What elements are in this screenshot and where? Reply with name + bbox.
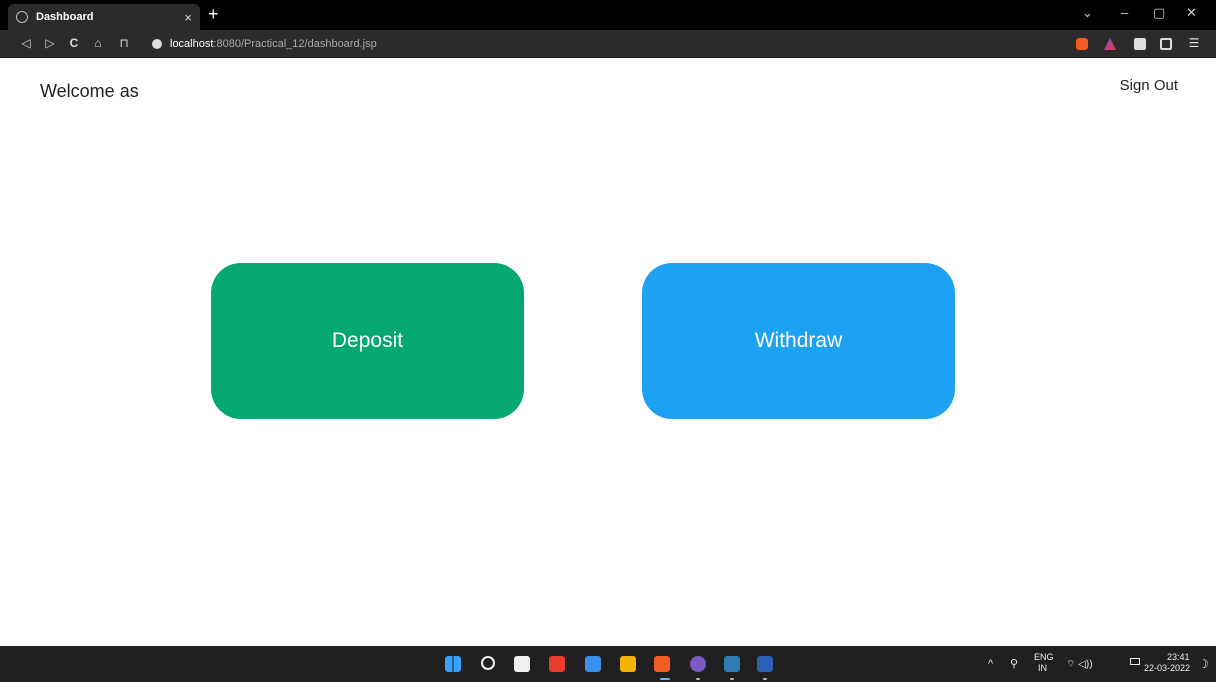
anydesk-icon[interactable] <box>549 656 565 672</box>
minimize-button[interactable]: – <box>1121 5 1128 20</box>
tab-title: Dashboard <box>36 11 94 23</box>
browser-toolbar: ◁ ▷ C ⌂ ⊓ localhost:8080/Practical_12/da… <box>0 30 1216 58</box>
welcome-text: Welcome as <box>40 81 139 101</box>
wallet-icon[interactable] <box>1160 38 1172 50</box>
bookmark-button[interactable]: ⊓ <box>116 36 132 50</box>
running-app-indicator <box>696 678 700 680</box>
restore-button[interactable]: ▢ <box>1153 5 1165 21</box>
microphone-icon[interactable]: ⚲ <box>1010 657 1018 670</box>
mysql-workbench-icon[interactable] <box>724 656 740 672</box>
url-host: localhost <box>170 38 214 50</box>
running-app-indicator <box>763 678 767 680</box>
brave-rewards-icon[interactable] <box>1104 38 1116 50</box>
browser-tab[interactable]: Dashboard × <box>8 4 200 30</box>
notepad-icon[interactable] <box>585 656 601 672</box>
language-bottom[interactable]: IN <box>1038 663 1047 673</box>
back-button[interactable]: ◁ <box>18 36 34 50</box>
address-bar[interactable]: localhost:8080/Practical_12/dashboard.js… <box>146 34 1066 54</box>
notifications-icon[interactable]: ☽ <box>1198 657 1209 671</box>
browser-tabbar: Dashboard × + ⌄ – ▢ ✕ <box>0 0 1216 30</box>
reload-button[interactable]: C <box>66 36 82 50</box>
store-icon[interactable] <box>514 656 530 672</box>
menu-icon[interactable]: ☰ <box>1186 36 1202 50</box>
home-button[interactable]: ⌂ <box>90 36 106 50</box>
battery-icon[interactable] <box>1130 658 1140 665</box>
file-explorer-icon[interactable] <box>620 656 636 672</box>
tab-dropdown-icon[interactable]: ⌄ <box>1082 5 1093 21</box>
site-info-icon[interactable] <box>152 39 162 49</box>
withdraw-button[interactable]: Withdraw <box>642 263 955 419</box>
deposit-button[interactable]: Deposit <box>211 263 524 419</box>
screen: Dashboard × + ⌄ – ▢ ✕ ◁ ▷ C ⌂ ⊓ localhos… <box>0 0 1216 682</box>
word-icon[interactable] <box>757 656 773 672</box>
new-tab-button[interactable]: + <box>208 4 219 24</box>
network-sound-icon[interactable]: ⌔ ◁)) <box>1066 658 1093 671</box>
clock-date[interactable]: 22-03-2022 <box>1144 663 1190 673</box>
search-icon[interactable] <box>481 656 495 670</box>
language-top[interactable]: ENG <box>1034 652 1054 662</box>
brave-shield-icon[interactable] <box>1076 38 1088 50</box>
tab-close-icon[interactable]: × <box>184 10 192 25</box>
sign-out-link[interactable]: Sign Out <box>1120 77 1178 94</box>
clock-time[interactable]: 23:41 <box>1167 652 1190 662</box>
url-path: :8080/Practical_12/dashboard.jsp <box>213 38 377 50</box>
forward-button[interactable]: ▷ <box>42 36 58 50</box>
running-app-indicator <box>730 678 734 680</box>
tray-chevron-icon[interactable]: ^ <box>988 658 993 670</box>
close-window-button[interactable]: ✕ <box>1186 5 1197 21</box>
extensions-icon[interactable] <box>1134 38 1146 50</box>
brave-browser-icon[interactable] <box>654 656 670 672</box>
eclipse-icon[interactable] <box>690 656 706 672</box>
globe-icon <box>16 11 28 23</box>
taskbar: ^ ⚲ ENG IN ⌔ ◁)) 23:41 22-03-2022 ☽ <box>0 646 1216 682</box>
start-icon[interactable] <box>445 656 461 672</box>
active-app-indicator <box>660 678 670 680</box>
